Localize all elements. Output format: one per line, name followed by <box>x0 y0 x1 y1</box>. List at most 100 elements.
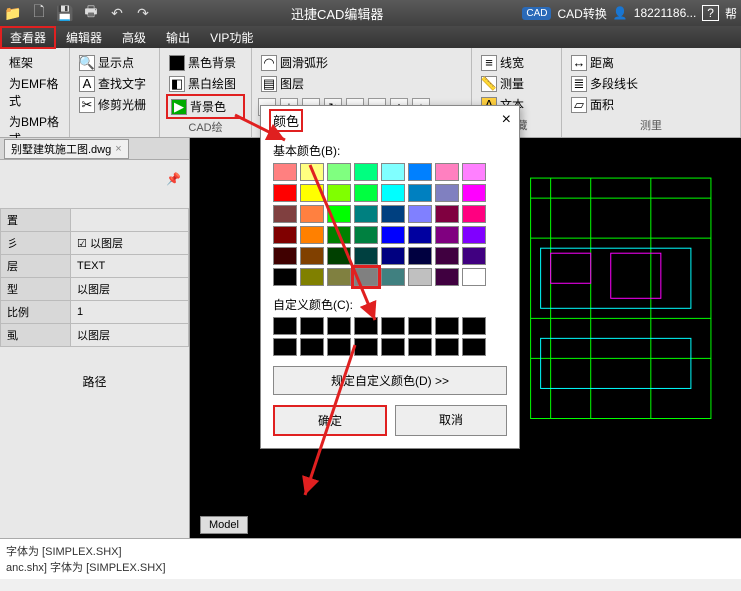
color-swatch[interactable] <box>408 205 432 223</box>
color-swatch[interactable] <box>408 226 432 244</box>
color-swatch[interactable] <box>300 247 324 265</box>
print-icon[interactable]: 🖶 <box>82 4 100 22</box>
ribbon-bwdraw[interactable]: ◧黑白绘图 <box>166 73 245 94</box>
color-swatch[interactable] <box>408 247 432 265</box>
color-swatch[interactable] <box>462 226 486 244</box>
ok-button[interactable]: 确定 <box>273 405 387 436</box>
color-swatch[interactable] <box>408 163 432 181</box>
ribbon-area[interactable]: ▱面积 <box>568 94 734 115</box>
color-swatch[interactable] <box>273 247 297 265</box>
ribbon-blackbg[interactable]: ■黑色背景 <box>166 52 245 73</box>
ribbon-smootharc[interactable]: ◠圆滑弧形 <box>258 52 465 73</box>
color-swatch[interactable] <box>327 226 351 244</box>
color-swatch[interactable] <box>462 247 486 265</box>
color-swatch[interactable] <box>273 268 297 286</box>
color-swatch[interactable] <box>462 205 486 223</box>
redo-icon[interactable]: ↷ <box>134 4 152 22</box>
color-swatch[interactable] <box>435 268 459 286</box>
cad-convert-link[interactable]: CAD转换 <box>557 5 606 22</box>
color-swatch[interactable] <box>354 184 378 202</box>
color-swatch[interactable] <box>435 184 459 202</box>
menu-viewer[interactable]: 查看器 <box>0 26 56 49</box>
color-swatch[interactable] <box>273 163 297 181</box>
property-value[interactable]: 1 <box>71 301 189 324</box>
color-swatch[interactable] <box>381 226 405 244</box>
color-swatch[interactable] <box>381 268 405 286</box>
custom-color-swatch[interactable] <box>435 317 459 335</box>
menu-advanced[interactable]: 高级 <box>112 26 156 49</box>
custom-color-swatch[interactable] <box>327 338 351 356</box>
color-swatch[interactable] <box>300 163 324 181</box>
color-swatch[interactable] <box>354 247 378 265</box>
custom-color-swatch[interactable] <box>435 338 459 356</box>
color-swatch[interactable] <box>300 205 324 223</box>
custom-color-swatch[interactable] <box>354 338 378 356</box>
color-swatch[interactable] <box>462 163 486 181</box>
color-swatch[interactable] <box>354 205 378 223</box>
color-swatch[interactable] <box>435 247 459 265</box>
custom-color-swatch[interactable] <box>300 317 324 335</box>
custom-color-swatch[interactable] <box>273 317 297 335</box>
ribbon-bgcolor[interactable]: ▶背景色 <box>166 94 245 119</box>
ribbon-distance[interactable]: ↔距离 <box>568 52 734 73</box>
color-swatch[interactable] <box>381 205 405 223</box>
custom-color-swatch[interactable] <box>354 317 378 335</box>
property-value[interactable]: 以图层 <box>71 324 189 347</box>
color-swatch[interactable] <box>435 163 459 181</box>
color-swatch[interactable] <box>300 268 324 286</box>
panel-pin-icon[interactable]: 📌 <box>0 170 189 188</box>
color-swatch[interactable] <box>273 205 297 223</box>
color-swatch[interactable] <box>300 184 324 202</box>
color-swatch[interactable] <box>435 205 459 223</box>
color-swatch[interactable] <box>327 163 351 181</box>
ribbon-frame[interactable]: 框架 <box>6 52 63 73</box>
dialog-close-icon[interactable]: × <box>502 111 511 129</box>
custom-color-swatch[interactable] <box>300 338 324 356</box>
new-icon[interactable]: 🗋 <box>30 4 48 22</box>
custom-color-swatch[interactable] <box>408 317 432 335</box>
property-value[interactable]: TEXT <box>71 255 189 278</box>
property-value[interactable]: 以图层 <box>71 278 189 301</box>
color-swatch[interactable] <box>408 184 432 202</box>
color-swatch[interactable] <box>273 226 297 244</box>
ribbon-layers[interactable]: ▤图层 <box>258 73 465 94</box>
custom-color-swatch[interactable] <box>462 317 486 335</box>
color-swatch[interactable] <box>381 247 405 265</box>
ribbon-showpoints[interactable]: 🔍显示点 <box>76 52 153 73</box>
open-icon[interactable]: 📁 <box>4 4 22 22</box>
ribbon-lw[interactable]: ≡线宽 <box>478 52 555 73</box>
color-swatch[interactable] <box>327 268 351 286</box>
color-swatch[interactable] <box>354 163 378 181</box>
color-swatch[interactable] <box>381 184 405 202</box>
ribbon-polylen[interactable]: ≣多段线长 <box>568 73 734 94</box>
undo-icon[interactable]: ↶ <box>108 4 126 22</box>
color-swatch[interactable] <box>354 268 378 286</box>
ribbon-findtext[interactable]: A查找文字 <box>76 73 153 94</box>
extra-icon[interactable]: 帮 <box>725 5 737 22</box>
color-swatch[interactable] <box>462 184 486 202</box>
model-tab[interactable]: Model <box>200 516 248 534</box>
define-custom-button[interactable]: 规定自定义颜色(D) >> <box>273 366 507 395</box>
menu-vip[interactable]: VIP功能 <box>200 26 263 49</box>
custom-color-swatch[interactable] <box>408 338 432 356</box>
user-label[interactable]: 18221186... <box>634 6 697 20</box>
color-swatch[interactable] <box>354 226 378 244</box>
custom-color-swatch[interactable] <box>462 338 486 356</box>
menu-editor[interactable]: 编辑器 <box>56 26 112 49</box>
help-icon[interactable]: ? <box>702 5 719 21</box>
cancel-button[interactable]: 取消 <box>395 405 507 436</box>
color-swatch[interactable] <box>408 268 432 286</box>
property-value[interactable] <box>71 209 189 232</box>
custom-color-swatch[interactable] <box>273 338 297 356</box>
color-swatch[interactable] <box>435 226 459 244</box>
custom-color-swatch[interactable] <box>327 317 351 335</box>
color-swatch[interactable] <box>273 184 297 202</box>
color-swatch[interactable] <box>462 268 486 286</box>
custom-color-swatch[interactable] <box>381 338 405 356</box>
color-swatch[interactable] <box>327 247 351 265</box>
custom-color-swatch[interactable] <box>381 317 405 335</box>
close-tab-icon[interactable]: × <box>115 143 121 155</box>
file-tab[interactable]: 别墅建筑施工图.dwg × <box>4 139 129 159</box>
save-icon[interactable]: 💾 <box>56 4 74 22</box>
ribbon-emf[interactable]: 为EMF格式 <box>6 73 63 111</box>
